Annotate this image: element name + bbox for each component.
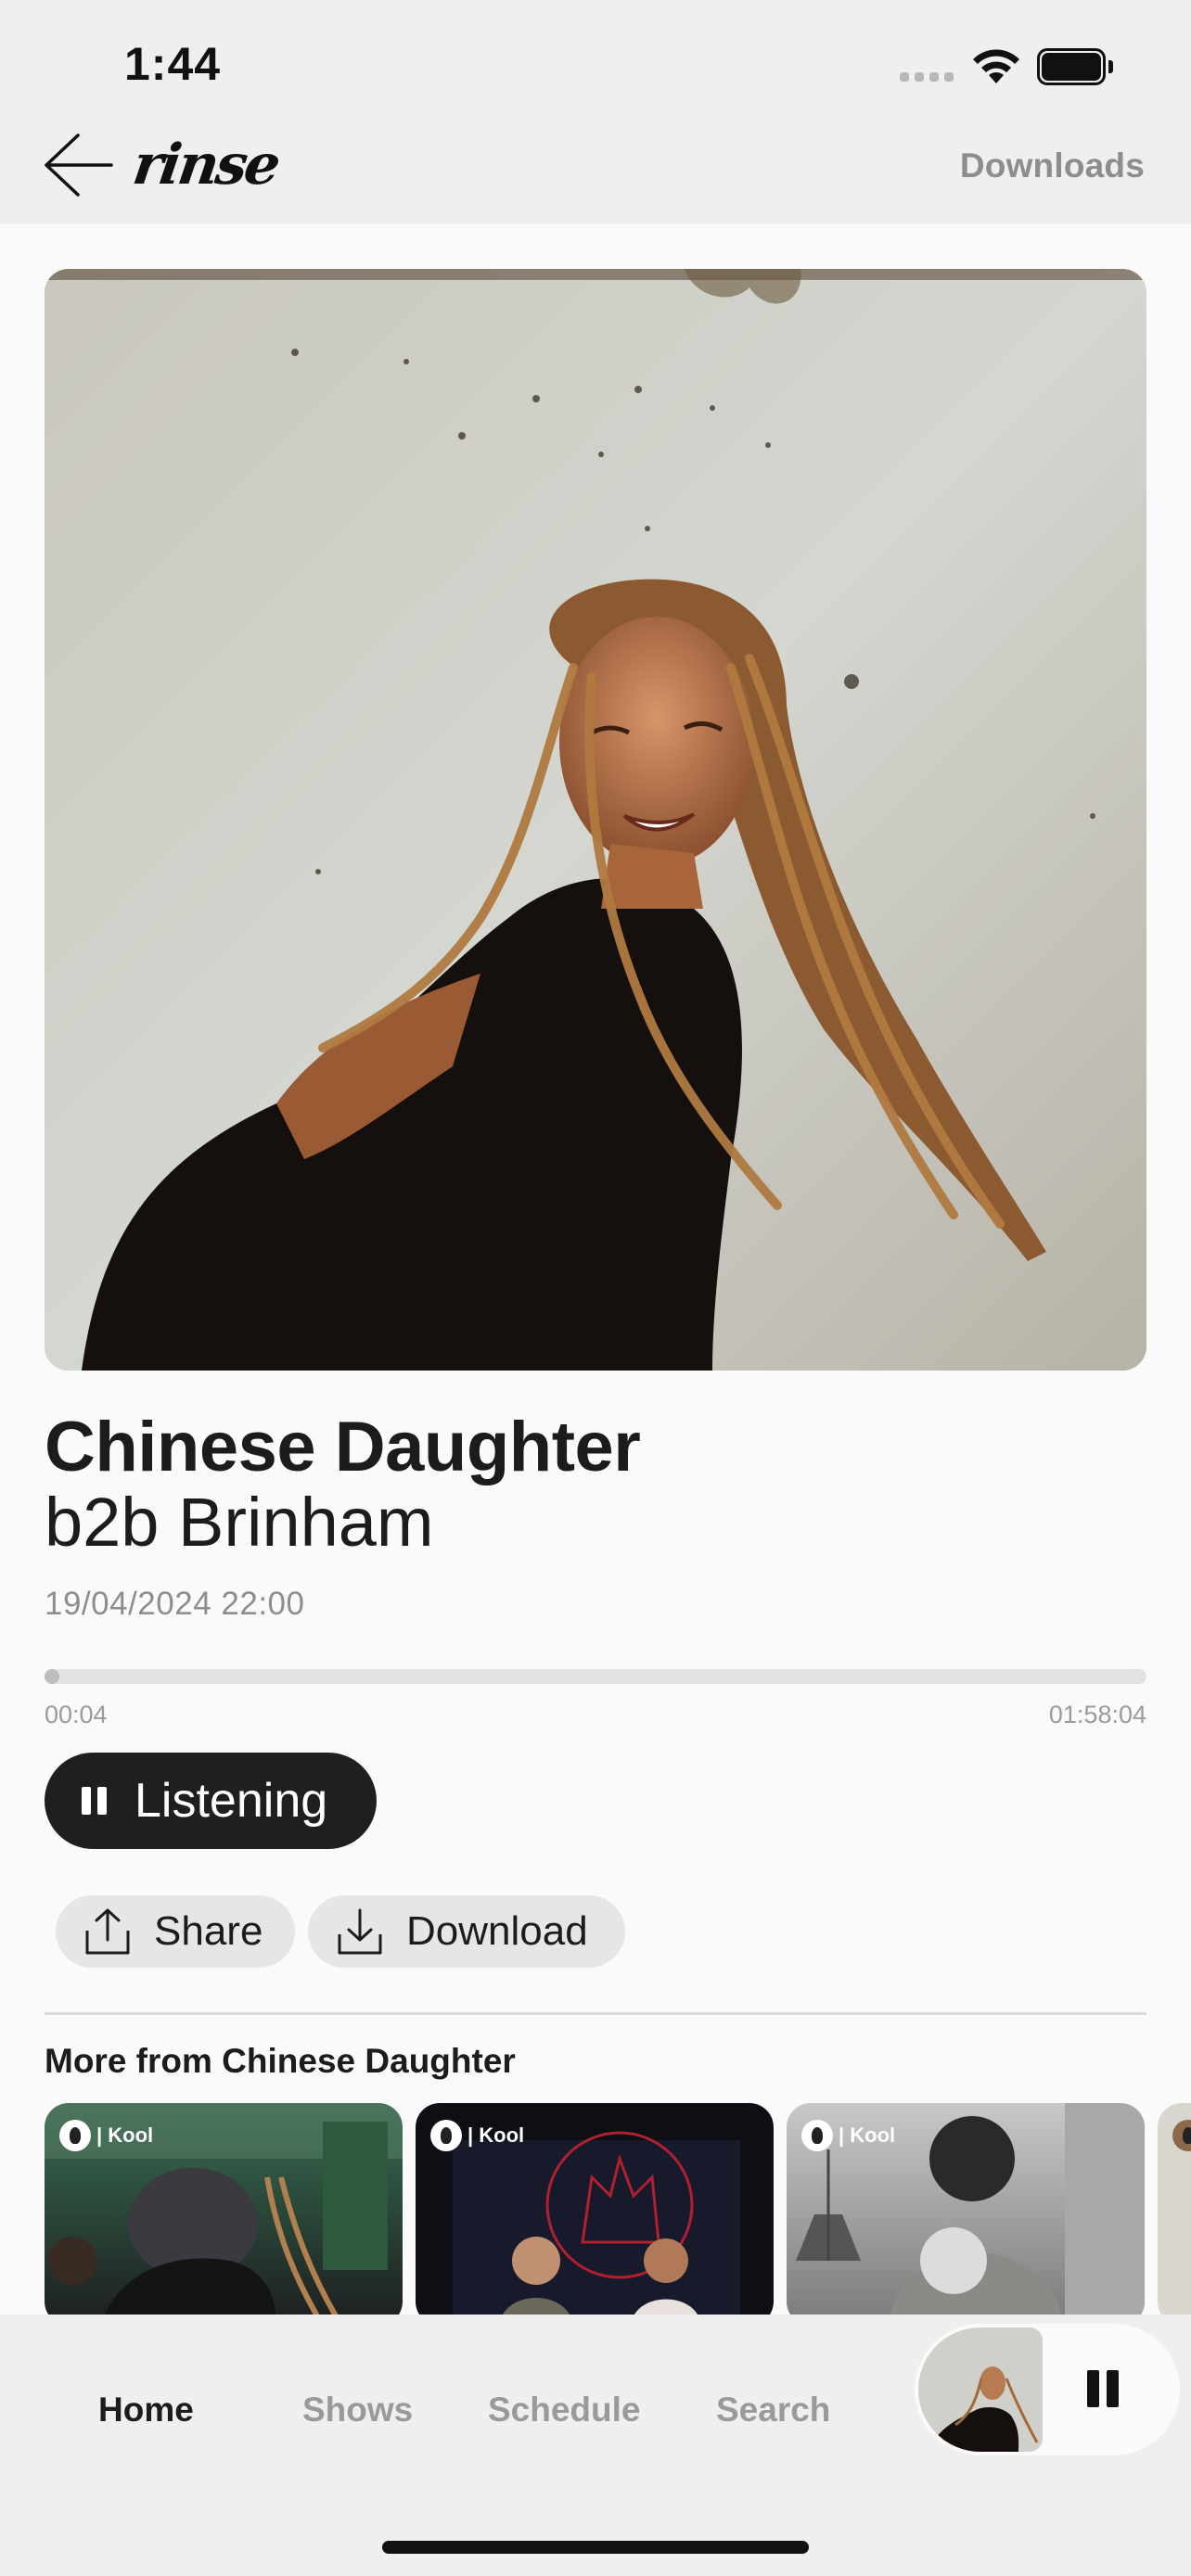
share-label: Share	[154, 1908, 263, 1954]
home-indicator	[382, 2541, 809, 2554]
rinse-badge-icon	[1172, 2120, 1191, 2151]
share-button[interactable]: Share	[56, 1895, 295, 1968]
cellular-signal-icon	[900, 72, 954, 82]
wifi-icon	[973, 49, 1019, 83]
episode-card[interactable]: | Kool	[787, 2103, 1145, 2315]
share-icon	[85, 1908, 130, 1955]
total-duration: 01:58:04	[1048, 1701, 1146, 1728]
mini-player-pause-icon[interactable]	[1087, 2370, 1119, 2407]
nav-schedule[interactable]: Schedule	[488, 2391, 641, 2429]
mini-player[interactable]	[915, 2324, 1180, 2455]
episode-artwork	[45, 269, 1146, 1371]
listening-button[interactable]: Listening	[45, 1753, 377, 1849]
episode-title: Chinese Daughter	[45, 1408, 641, 1486]
playback-progress-bar[interactable]	[45, 1669, 1146, 1684]
nav-shows[interactable]: Shows	[302, 2391, 413, 2429]
downloads-link[interactable]: Downloads	[960, 147, 1145, 185]
back-button[interactable]	[41, 130, 113, 200]
rinse-badge-icon	[59, 2120, 91, 2151]
rinse-badge-icon	[801, 2120, 833, 2151]
rinse-badge-icon	[430, 2120, 462, 2151]
episode-card[interactable]	[1158, 2103, 1191, 2315]
mini-player-artwork	[918, 2327, 1043, 2452]
status-time: 1:44	[124, 38, 222, 90]
rinse-logo: rinse	[129, 133, 282, 198]
battery-icon	[1037, 48, 1113, 85]
card-badge	[1172, 2120, 1191, 2151]
episode-subtitle: b2b Brinham	[45, 1484, 434, 1561]
download-label: Download	[406, 1908, 588, 1954]
section-divider	[45, 2012, 1146, 2015]
episode-card[interactable]: | Kool	[45, 2103, 403, 2315]
elapsed-time: 00:04	[45, 1701, 108, 1728]
more-episodes-carousel[interactable]: | Kool | Kool | Kool	[45, 2103, 1191, 2315]
nav-home[interactable]: Home	[98, 2391, 194, 2429]
download-button[interactable]: Download	[308, 1895, 625, 1968]
nav-search[interactable]: Search	[716, 2391, 830, 2429]
bottom-navigation: Home Shows Schedule Search	[0, 2315, 1191, 2576]
episode-date: 19/04/2024 22:00	[45, 1586, 305, 1622]
top-bar: 1:44 rinse Downloads	[0, 0, 1191, 224]
more-from-heading: More from Chinese Daughter	[45, 2042, 516, 2080]
back-arrow-icon	[45, 134, 113, 197]
playback-progress-fill	[45, 1669, 59, 1684]
card-badge: | Kool	[801, 2120, 895, 2151]
download-icon	[338, 1908, 382, 1955]
card-badge: | Kool	[59, 2120, 153, 2151]
card-badge: | Kool	[430, 2120, 524, 2151]
episode-card[interactable]: | Kool	[416, 2103, 774, 2315]
pause-icon	[82, 1787, 107, 1815]
listening-label: Listening	[134, 1774, 328, 1828]
